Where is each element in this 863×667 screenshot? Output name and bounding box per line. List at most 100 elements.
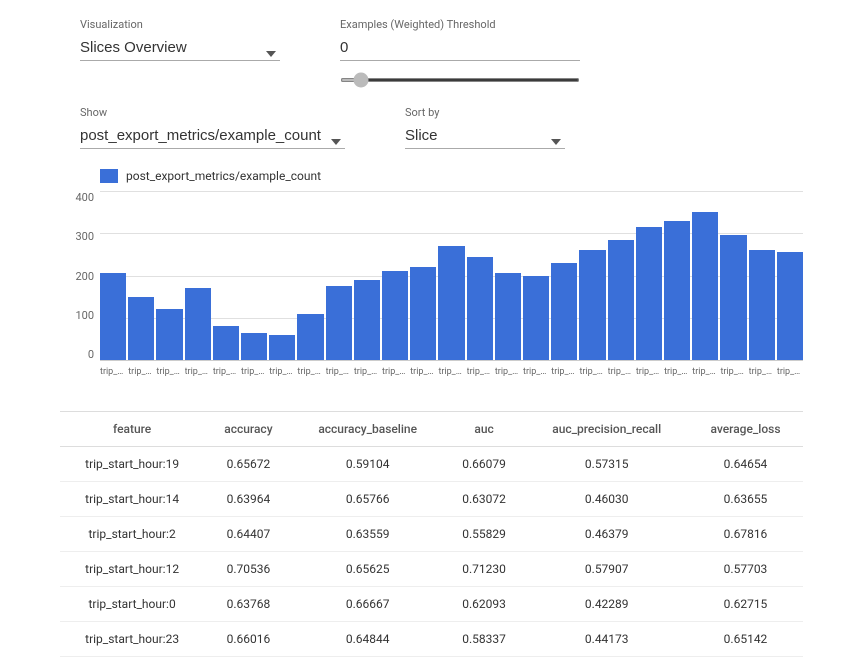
- x-label: trip_s...: [579, 363, 605, 377]
- cell-auc_precision_recall: 0.44173: [525, 622, 688, 657]
- bar: [777, 252, 803, 360]
- cell-accuracy: 0.64407: [204, 517, 292, 552]
- chart-legend: post_export_metrics/example_count: [100, 169, 803, 183]
- chart-plot-area: [100, 191, 803, 361]
- table-body: trip_start_hour:190.656720.591040.660790…: [60, 447, 803, 657]
- x-label: trip_s...: [410, 363, 436, 377]
- x-label: trip_s...: [720, 363, 746, 377]
- sort-by-label: Sort by: [405, 106, 565, 119]
- bar: [213, 326, 239, 360]
- visualization-dropdown-container[interactable]: Slices Overview: [80, 37, 280, 61]
- cell-accuracy: 0.66016: [204, 622, 292, 657]
- sort-by-control: Sort by Slice: [405, 106, 565, 149]
- sort-by-dropdown-container[interactable]: Slice: [405, 125, 565, 149]
- bar: [100, 273, 126, 360]
- sort-by-select[interactable]: Slice: [405, 125, 565, 149]
- cell-accuracy: 0.70536: [204, 552, 292, 587]
- threshold-slider[interactable]: [340, 78, 580, 82]
- x-label: trip_s...: [692, 363, 718, 377]
- visualization-label: Visualization: [80, 18, 280, 31]
- table-row: trip_start_hour:190.656720.591040.660790…: [60, 447, 803, 482]
- cell-accuracy_baseline: 0.63559: [293, 517, 443, 552]
- bar: [664, 221, 690, 360]
- cell-average_loss: 0.64654: [688, 447, 803, 482]
- chart-section: post_export_metrics/example_count 400 30…: [0, 159, 863, 401]
- cell-feature: trip_start_hour:2: [60, 517, 204, 552]
- x-label: trip_s...: [326, 363, 352, 377]
- bar: [185, 288, 211, 360]
- bar: [297, 314, 323, 360]
- table-row: trip_start_hour:00.637680.666670.620930.…: [60, 587, 803, 622]
- visualization-control: Visualization Slices Overview: [80, 18, 280, 61]
- bar: [354, 280, 380, 360]
- x-label: trip_s...: [664, 363, 690, 377]
- bar: [128, 297, 154, 360]
- x-label: trip_s...: [608, 363, 634, 377]
- y-label-100: 100: [75, 309, 94, 322]
- bar: [551, 263, 577, 360]
- bar: [523, 276, 549, 361]
- table-header: feature accuracy accuracy_baseline auc a…: [60, 412, 803, 447]
- cell-feature: trip_start_hour:14: [60, 482, 204, 517]
- cell-auc_precision_recall: 0.42289: [525, 587, 688, 622]
- col-average-loss: average_loss: [688, 412, 803, 447]
- cell-auc: 0.66079: [443, 447, 526, 482]
- cell-average_loss: 0.63655: [688, 482, 803, 517]
- x-label: trip_s...: [241, 363, 267, 377]
- threshold-slider-container: [340, 71, 580, 86]
- cell-auc: 0.58337: [443, 622, 526, 657]
- top-controls: Visualization Slices Overview Examples (…: [0, 0, 863, 96]
- cell-auc: 0.62093: [443, 587, 526, 622]
- x-label: trip_s...: [354, 363, 380, 377]
- cell-accuracy_baseline: 0.65766: [293, 482, 443, 517]
- bar: [579, 250, 605, 360]
- x-label: trip_s...: [185, 363, 211, 377]
- cell-average_loss: 0.65142: [688, 622, 803, 657]
- y-label-0: 0: [88, 348, 94, 361]
- col-auc-precision-recall: auc_precision_recall: [525, 412, 688, 447]
- x-label: trip_s...: [156, 363, 182, 377]
- y-label-300: 300: [75, 230, 94, 243]
- bar: [438, 246, 464, 360]
- threshold-input[interactable]: [340, 37, 580, 61]
- bar: [720, 235, 746, 360]
- cell-auc_precision_recall: 0.46379: [525, 517, 688, 552]
- col-feature: feature: [60, 412, 204, 447]
- bar: [241, 333, 267, 360]
- x-label: trip_s...: [438, 363, 464, 377]
- visualization-select[interactable]: Slices Overview: [80, 37, 280, 61]
- header-row: feature accuracy accuracy_baseline auc a…: [60, 412, 803, 447]
- show-dropdown-container[interactable]: post_export_metrics/example_count: [80, 125, 345, 149]
- threshold-label: Examples (Weighted) Threshold: [340, 18, 580, 31]
- show-control: Show post_export_metrics/example_count: [80, 106, 345, 149]
- bar: [410, 267, 436, 360]
- x-label: trip_s...: [269, 363, 295, 377]
- legend-color-box: [100, 169, 118, 183]
- cell-accuracy_baseline: 0.65625: [293, 552, 443, 587]
- table-row: trip_start_hour:140.639640.657660.630720…: [60, 482, 803, 517]
- chart-x-axis: trip_s...trip_s...trip_s...trip_s...trip…: [100, 363, 803, 391]
- cell-feature: trip_start_hour:19: [60, 447, 204, 482]
- bar: [467, 257, 493, 361]
- bar: [749, 250, 775, 360]
- x-label: trip_s...: [495, 363, 521, 377]
- cell-feature: trip_start_hour:23: [60, 622, 204, 657]
- cell-feature: trip_start_hour:0: [60, 587, 204, 622]
- data-table: feature accuracy accuracy_baseline auc a…: [60, 411, 803, 657]
- bar: [692, 212, 718, 360]
- cell-accuracy_baseline: 0.59104: [293, 447, 443, 482]
- legend-label: post_export_metrics/example_count: [126, 169, 321, 183]
- cell-accuracy_baseline: 0.64844: [293, 622, 443, 657]
- cell-accuracy: 0.63964: [204, 482, 292, 517]
- y-label-400: 400: [75, 191, 94, 204]
- show-select[interactable]: post_export_metrics/example_count: [80, 125, 345, 149]
- bar: [269, 335, 295, 360]
- col-accuracy-baseline: accuracy_baseline: [293, 412, 443, 447]
- x-label: trip_s...: [297, 363, 323, 377]
- x-label: trip_s...: [213, 363, 239, 377]
- x-label: trip_s...: [100, 363, 126, 377]
- cell-auc_precision_recall: 0.57315: [525, 447, 688, 482]
- x-label: trip_s...: [551, 363, 577, 377]
- bar: [382, 271, 408, 360]
- chart-y-axis: 400 300 200 100 0: [60, 191, 98, 361]
